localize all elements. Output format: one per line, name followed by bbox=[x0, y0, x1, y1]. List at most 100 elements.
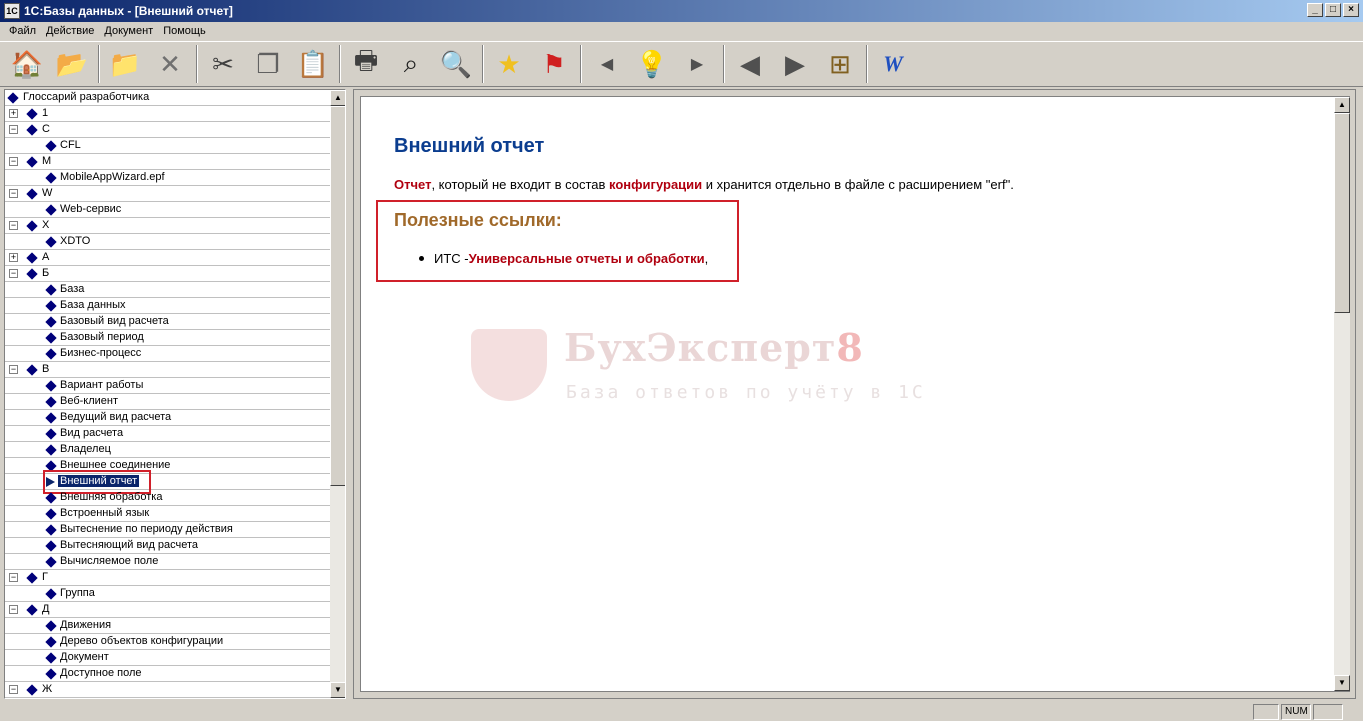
doc-scroll-down-icon[interactable]: ▼ bbox=[1334, 675, 1350, 691]
node-diamond-icon bbox=[45, 492, 57, 504]
menu-action[interactable]: Действие bbox=[41, 25, 99, 37]
expand-icon[interactable]: + bbox=[9, 253, 18, 262]
open-book-icon[interactable]: 📁 bbox=[106, 45, 144, 83]
cut-icon[interactable]: ✂ bbox=[204, 45, 242, 83]
tree-node[interactable]: Вытесняющий вид расчета bbox=[5, 538, 330, 554]
doc-definition: Отчет, который не входит в состав конфиг… bbox=[394, 177, 1014, 192]
toolbar-separator bbox=[723, 45, 725, 83]
forward-icon[interactable]: ▶ bbox=[776, 45, 814, 83]
tree-node[interactable]: Вытеснение по периоду действия bbox=[5, 522, 330, 538]
tree-node[interactable]: Группа bbox=[5, 586, 330, 602]
tree-node[interactable]: − M bbox=[5, 154, 330, 170]
useful-links-heading: Полезные ссылки: bbox=[394, 210, 562, 230]
paste-icon[interactable]: 📋 bbox=[294, 45, 332, 83]
close-button[interactable]: × bbox=[1343, 3, 1359, 17]
tree-node[interactable]: − Ж bbox=[5, 682, 330, 698]
tree-node[interactable]: Вариант работы bbox=[5, 378, 330, 394]
tree-node-label: M bbox=[42, 155, 52, 167]
tree-node[interactable]: Внешний отчет bbox=[5, 470, 330, 494]
tree-node[interactable]: Доступное поле bbox=[5, 666, 330, 682]
tree-node[interactable]: − В bbox=[5, 362, 330, 378]
minimize-button[interactable]: _ bbox=[1307, 3, 1323, 17]
tree-node-label: Ведущий вид расчета bbox=[60, 411, 172, 423]
expand-icon[interactable]: + bbox=[9, 109, 18, 118]
maximize-button[interactable]: □ bbox=[1325, 3, 1341, 17]
lightbulb-icon[interactable]: 💡 bbox=[633, 45, 671, 83]
term-link-report[interactable]: Отчет bbox=[394, 177, 431, 192]
tree-node[interactable]: Бизнес-процесс bbox=[5, 346, 330, 362]
tree-node[interactable]: Web-сервис bbox=[5, 202, 330, 218]
collapse-icon[interactable]: − bbox=[9, 125, 18, 134]
arrow-left-small-icon[interactable]: ◀ bbox=[588, 45, 626, 83]
content-pane: БухЭксперт8 База ответов по учёту в 1С В… bbox=[353, 89, 1356, 699]
arrow-right-small-icon[interactable]: ▶ bbox=[678, 45, 716, 83]
tree-node[interactable]: MobileAppWizard.epf bbox=[5, 170, 330, 186]
term-link-configuration[interactable]: конфигурации bbox=[609, 177, 702, 192]
tree-node[interactable]: Базовый период bbox=[5, 330, 330, 346]
tree-node[interactable]: Вид расчета bbox=[5, 426, 330, 442]
open-folder-icon[interactable]: 📂 bbox=[53, 45, 91, 83]
doc-scroll-thumb[interactable] bbox=[1334, 113, 1350, 313]
tree-node[interactable]: CFL bbox=[5, 138, 330, 154]
tree-scrollbar[interactable]: ▲ ▼ bbox=[330, 90, 345, 698]
collapse-icon[interactable]: − bbox=[9, 365, 18, 374]
collapse-icon[interactable]: − bbox=[9, 573, 18, 582]
collapse-icon[interactable]: − bbox=[9, 269, 18, 278]
copy-icon[interactable]: ❐ bbox=[249, 45, 287, 83]
tree-node[interactable]: База bbox=[5, 282, 330, 298]
tree-node[interactable]: − Б bbox=[5, 266, 330, 282]
tree-sync-icon[interactable]: ⊞ bbox=[821, 45, 859, 83]
tree-node-label: Веб-клиент bbox=[60, 395, 119, 407]
its-universal-reports-link[interactable]: Универсальные отчеты и обработки bbox=[469, 251, 705, 266]
delete-icon[interactable]: ✕ bbox=[151, 45, 189, 83]
star-icon[interactable]: ★ bbox=[490, 45, 528, 83]
word-export-icon[interactable]: W bbox=[874, 45, 912, 83]
menu-file[interactable]: Файл bbox=[4, 25, 41, 37]
tree-node[interactable]: Ведущий вид расчета bbox=[5, 410, 330, 426]
tree-node[interactable]: Владелец bbox=[5, 442, 330, 458]
menu-document[interactable]: Документ bbox=[99, 25, 158, 37]
collapse-icon[interactable]: − bbox=[9, 221, 18, 230]
collapse-icon[interactable]: − bbox=[9, 157, 18, 166]
tree-node[interactable]: + А bbox=[5, 250, 330, 266]
collapse-icon[interactable]: − bbox=[9, 605, 18, 614]
print-icon[interactable]: 🖶 bbox=[347, 45, 385, 83]
doc-scroll-up-icon[interactable]: ▲ bbox=[1334, 97, 1350, 113]
tree-node[interactable]: − X bbox=[5, 218, 330, 234]
tree-node[interactable]: Внешняя обработка bbox=[5, 490, 330, 506]
home-icon[interactable]: 🏠 bbox=[8, 45, 46, 83]
tree-node[interactable]: XDTO bbox=[5, 234, 330, 250]
preview-icon[interactable]: 🔍 bbox=[437, 45, 475, 83]
scroll-down-icon[interactable]: ▼ bbox=[330, 682, 345, 698]
tree-node[interactable]: − W bbox=[5, 186, 330, 202]
collapse-icon[interactable]: − bbox=[9, 189, 18, 198]
collapse-icon[interactable]: − bbox=[9, 685, 18, 694]
flag-icon[interactable]: ⚑ bbox=[535, 45, 573, 83]
tree-node[interactable]: Веб-клиент bbox=[5, 394, 330, 410]
scroll-up-icon[interactable]: ▲ bbox=[330, 90, 345, 106]
tree-node[interactable]: Базовый вид расчета bbox=[5, 314, 330, 330]
binoculars-icon[interactable]: ⌕ bbox=[392, 45, 430, 83]
tree-node[interactable]: +1 bbox=[5, 106, 330, 122]
back-icon[interactable]: ◀ bbox=[731, 45, 769, 83]
tree-node-label: CFL bbox=[60, 139, 81, 151]
menu-help[interactable]: Помощь bbox=[158, 25, 211, 37]
tree-node-label: Глоссарий разработчика bbox=[23, 91, 150, 103]
tree-node[interactable]: Документ bbox=[5, 650, 330, 666]
doc-scrollbar[interactable]: ▲ ▼ bbox=[1334, 97, 1350, 691]
tree-scroll-thumb[interactable] bbox=[330, 106, 345, 486]
tree-node[interactable]: − Д bbox=[5, 602, 330, 618]
node-diamond-icon bbox=[45, 140, 57, 152]
node-diamond-icon bbox=[7, 92, 19, 104]
tree-node[interactable]: База данных bbox=[5, 298, 330, 314]
tree-node[interactable]: Глоссарий разработчика bbox=[5, 90, 330, 106]
app-icon[interactable]: 1С bbox=[4, 3, 20, 19]
tree-node[interactable]: − C bbox=[5, 122, 330, 138]
node-diamond-icon bbox=[45, 428, 57, 440]
tree-node[interactable]: Вычисляемое поле bbox=[5, 554, 330, 570]
tree-node[interactable]: Движения bbox=[5, 618, 330, 634]
tree-node[interactable]: Встроенный язык bbox=[5, 506, 330, 522]
tree-node[interactable]: − Г bbox=[5, 570, 330, 586]
tree-node[interactable]: Дерево объектов конфигурации bbox=[5, 634, 330, 650]
node-diamond-icon bbox=[45, 380, 57, 392]
